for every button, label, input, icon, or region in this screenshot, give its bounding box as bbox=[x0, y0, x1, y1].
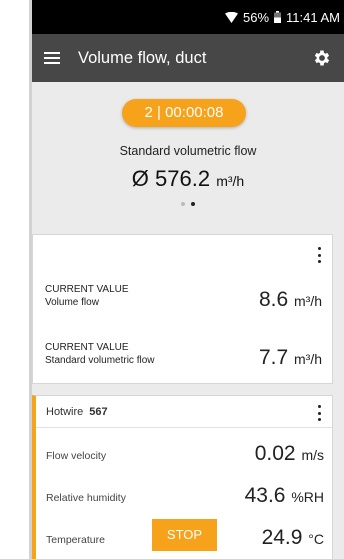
probe-name: Hotwire 567 bbox=[46, 406, 108, 418]
current-value-number: 7.7 bbox=[258, 346, 289, 369]
current-value-number: 8.6 bbox=[258, 288, 289, 311]
reading-unit: m/s bbox=[301, 447, 324, 463]
measurement-timer-button[interactable]: 2 | 00:00:08 bbox=[122, 99, 246, 127]
reading-label: Flow velocity bbox=[46, 450, 107, 462]
summary-unit: m³/h bbox=[216, 173, 245, 189]
current-value-label: CURRENT VALUE Standard volumetric flow bbox=[45, 341, 155, 367]
current-value-unit: m³/h bbox=[294, 351, 322, 367]
probe-id: 567 bbox=[89, 406, 108, 418]
left-margin bbox=[0, 0, 32, 559]
summary-value: Ø 576.2 m³/h bbox=[32, 166, 344, 192]
current-values-card: CURRENT VALUE Volume flow 8.6 m³/h CURRE… bbox=[32, 234, 333, 384]
reading-number: 0.02 bbox=[254, 442, 296, 465]
probe-type: Hotwire bbox=[46, 406, 84, 418]
gear-icon[interactable] bbox=[312, 48, 332, 68]
probe-reading-row: Flow velocity 0.02 m/s bbox=[46, 440, 324, 470]
measurement-summary: 2 | 00:00:08 Standard volumetric flow Ø … bbox=[32, 82, 344, 222]
reading-unit: %RH bbox=[291, 489, 324, 505]
current-value-heading: CURRENT VALUE bbox=[45, 342, 129, 353]
current-value-label: CURRENT VALUE Volume flow bbox=[45, 283, 129, 309]
more-options-icon[interactable] bbox=[316, 405, 322, 421]
current-value-name: Standard volumetric flow bbox=[45, 355, 155, 366]
status-bar: 56% 11:41 AM bbox=[32, 0, 344, 34]
summary-number: Ø 576.2 bbox=[131, 166, 211, 191]
reading-label: Relative humidity bbox=[46, 492, 126, 504]
probe-header: Hotwire 567 bbox=[36, 396, 332, 428]
stop-button[interactable]: STOP bbox=[152, 519, 217, 551]
current-value-unit: m³/h bbox=[294, 293, 322, 309]
battery-percent: 56% bbox=[243, 9, 270, 25]
reading-label: Temperature bbox=[46, 534, 105, 546]
reading-number: 43.6 bbox=[244, 484, 286, 507]
menu-icon[interactable] bbox=[44, 52, 60, 64]
app-title: Volume flow, duct bbox=[78, 48, 207, 67]
clock: 11:41 AM bbox=[286, 9, 340, 25]
page-indicator bbox=[32, 202, 344, 206]
page-dot-1[interactable] bbox=[181, 202, 185, 206]
battery-icon bbox=[274, 11, 282, 23]
current-value-heading: CURRENT VALUE bbox=[45, 284, 129, 295]
reading-value: 24.9 °C bbox=[262, 526, 324, 550]
current-value-reading: 7.7 m³/h bbox=[259, 346, 322, 370]
reading-value: 0.02 m/s bbox=[255, 442, 324, 466]
app-bar: Volume flow, duct bbox=[32, 34, 344, 82]
current-value-reading: 8.6 m³/h bbox=[259, 288, 322, 312]
current-value-name: Volume flow bbox=[45, 297, 99, 308]
device-screen: 56% 11:41 AM Volume flow, duct 2 | 00:00… bbox=[32, 0, 344, 559]
page-dot-2[interactable] bbox=[191, 202, 195, 206]
current-value-row: CURRENT VALUE Standard volumetric flow 7… bbox=[45, 341, 322, 375]
reading-number: 24.9 bbox=[261, 526, 303, 549]
current-value-row: CURRENT VALUE Volume flow 8.6 m³/h bbox=[45, 283, 322, 317]
reading-unit: °C bbox=[308, 531, 324, 547]
wifi-icon bbox=[225, 11, 238, 23]
probe-reading-row: Relative humidity 43.6 %RH bbox=[46, 482, 324, 512]
reading-value: 43.6 %RH bbox=[245, 484, 324, 508]
more-options-icon[interactable] bbox=[316, 247, 322, 263]
probe-card: Hotwire 567 Flow velocity 0.02 m/s Relati… bbox=[32, 395, 333, 559]
summary-label: Standard volumetric flow bbox=[119, 144, 257, 158]
